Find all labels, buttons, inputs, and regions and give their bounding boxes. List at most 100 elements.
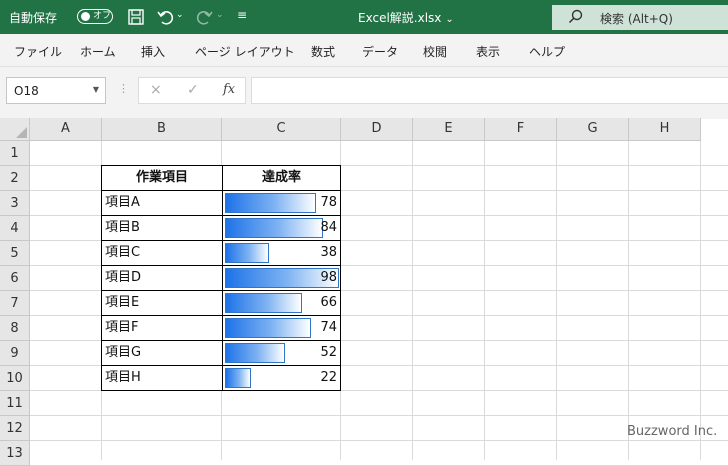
tab-formulas[interactable]: 数式 — [311, 43, 335, 60]
formula-input[interactable] — [251, 77, 728, 104]
data-bar — [225, 368, 251, 388]
cancel-icon[interactable]: × — [150, 82, 162, 98]
row-header-6[interactable]: 6 — [0, 266, 30, 291]
tab-insert[interactable]: 挿入 — [141, 43, 165, 60]
rate-value: 66 — [320, 295, 337, 310]
data-bar — [225, 243, 269, 263]
table-cell-rate[interactable]: 66 — [222, 290, 341, 316]
data-bar — [225, 293, 302, 313]
search-box[interactable]: 検索 (Alt+Q) — [552, 5, 728, 30]
rate-value: 38 — [320, 245, 337, 260]
rate-value: 52 — [320, 345, 337, 360]
undo-dropdown-icon[interactable]: ⌄ — [176, 10, 184, 20]
row-header-2[interactable]: 2 — [0, 166, 30, 191]
insert-function-icon[interactable]: fx — [223, 82, 235, 97]
tab-data[interactable]: データ — [362, 43, 398, 60]
enter-icon[interactable]: ✓ — [187, 82, 199, 98]
chevron-down-icon[interactable]: ▼ — [93, 85, 99, 94]
table-cell-task-name[interactable]: 項目D — [101, 265, 223, 291]
column-header-c[interactable]: C — [222, 118, 341, 141]
table-cell-rate[interactable]: 52 — [222, 340, 341, 366]
table-cell-rate[interactable]: 74 — [222, 315, 341, 341]
undo-icon[interactable] — [156, 8, 174, 26]
file-name: Excel解説.xlsx — [358, 11, 442, 25]
tab-help[interactable]: ヘルプ — [529, 43, 565, 60]
table-cell-rate[interactable]: 84 — [222, 215, 341, 241]
data-bar — [225, 218, 323, 238]
autosave-label: 自動保存 — [9, 11, 58, 25]
gridline — [628, 141, 629, 460]
worksheet-grid[interactable]: A B C D E F G H 1 2 3 4 5 6 7 8 9 10 11 12 13 作業項目 達成率 項目A 78 項目B… — [0, 118, 728, 466]
row-header-1[interactable]: 1 — [0, 141, 30, 166]
column-header-g[interactable]: G — [557, 118, 629, 141]
save-icon[interactable] — [127, 8, 145, 26]
gridline — [556, 141, 557, 460]
column-header-h[interactable]: H — [629, 118, 701, 141]
table-cell-rate[interactable]: 38 — [222, 240, 341, 266]
chevron-down-icon: ⌄ — [445, 14, 454, 25]
tab-page-layout[interactable]: ページ レイアウト — [195, 43, 295, 60]
search-icon — [568, 9, 583, 24]
tab-view[interactable]: 表示 — [476, 43, 500, 60]
table-header-task[interactable]: 作業項目 — [101, 165, 223, 191]
document-title[interactable]: Excel解説.xlsx ⌄ — [358, 9, 454, 26]
redo-dropdown-icon[interactable]: ⌄ — [216, 10, 224, 20]
formula-buttons: × ✓ fx — [138, 77, 246, 104]
table-cell-rate[interactable]: 98 — [222, 265, 341, 291]
table-cell-task-name[interactable]: 項目F — [101, 315, 223, 341]
row-header-8[interactable]: 8 — [0, 316, 30, 341]
gridline — [700, 141, 701, 460]
redo-icon[interactable] — [196, 8, 214, 26]
column-header-f[interactable]: F — [485, 118, 557, 141]
rate-value: 22 — [320, 370, 337, 385]
column-header-d[interactable]: D — [341, 118, 413, 141]
row-header-4[interactable]: 4 — [0, 216, 30, 241]
column-header-e[interactable]: E — [413, 118, 485, 141]
table-cell-task-name[interactable]: 項目H — [101, 365, 223, 391]
row-header-9[interactable]: 9 — [0, 341, 30, 366]
tab-file[interactable]: ファイル — [14, 43, 62, 60]
row-header-7[interactable]: 7 — [0, 291, 30, 316]
gridline — [412, 141, 413, 460]
customize-qat-icon[interactable]: ≡ — [237, 8, 247, 22]
table-cell-task-name[interactable]: 項目A — [101, 190, 223, 216]
select-all-icon — [16, 127, 27, 138]
row-header-5[interactable]: 5 — [0, 241, 30, 266]
table-cell-rate[interactable]: 22 — [222, 365, 341, 391]
row-header-13[interactable]: 13 — [0, 441, 30, 466]
table-cell-task-name[interactable]: 項目E — [101, 290, 223, 316]
name-box-value: O18 — [14, 84, 39, 98]
table-cell-rate[interactable]: 78 — [222, 190, 341, 216]
autosave-state: オフ — [93, 11, 112, 21]
row-header-12[interactable]: 12 — [0, 416, 30, 441]
data-bar — [225, 318, 311, 338]
name-box[interactable]: O18 ▼ — [6, 77, 106, 104]
gridline — [484, 141, 485, 460]
gridline — [30, 440, 728, 441]
search-placeholder: 検索 (Alt+Q) — [600, 12, 673, 26]
ribbon-tabs: ファイル ホーム 挿入 ページ レイアウト 数式 データ 校閲 表示 ヘルプ — [0, 34, 728, 66]
formula-bar: O18 ▼ ⋮ × ✓ fx — [0, 66, 728, 119]
table-header-rate[interactable]: 達成率 — [222, 165, 341, 191]
toggle-knob — [81, 12, 90, 21]
table-cell-task-name[interactable]: 項目B — [101, 215, 223, 241]
column-header-a[interactable]: A — [30, 118, 102, 141]
splitter-handle-icon[interactable]: ⋮ — [118, 82, 129, 95]
table-cell-task-name[interactable]: 項目G — [101, 340, 223, 366]
title-bar: 自動保存 オフ ⌄ ⌄ ≡ Excel解説.xlsx ⌄ 検索 (Alt+Q) — [0, 0, 728, 34]
rate-value: 78 — [320, 195, 337, 210]
column-header-b[interactable]: B — [102, 118, 222, 141]
select-all-button[interactable] — [0, 118, 30, 141]
rate-value: 98 — [320, 270, 337, 285]
table-cell-task-name[interactable]: 項目C — [101, 240, 223, 266]
row-header-10[interactable]: 10 — [0, 366, 30, 391]
tab-review[interactable]: 校閲 — [423, 43, 447, 60]
data-bar — [225, 343, 285, 363]
row-header-3[interactable]: 3 — [0, 191, 30, 216]
rate-value: 74 — [320, 320, 337, 335]
tab-home[interactable]: ホーム — [80, 43, 116, 60]
watermark: Buzzword Inc. — [627, 424, 718, 439]
autosave-toggle[interactable]: オフ — [77, 9, 113, 24]
data-bar — [225, 193, 316, 213]
row-header-11[interactable]: 11 — [0, 391, 30, 416]
